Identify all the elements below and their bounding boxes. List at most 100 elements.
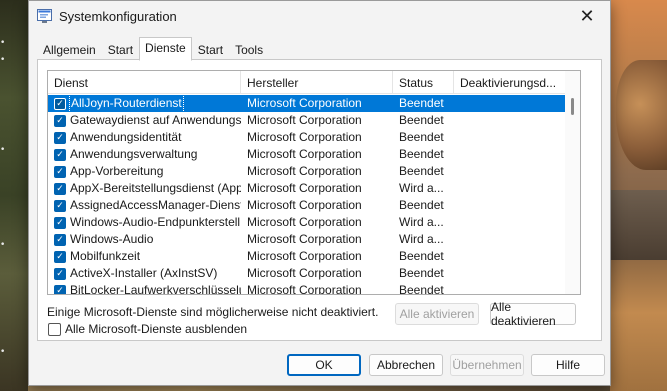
service-vendor: Microsoft Corporation	[247, 130, 362, 144]
service-row[interactable]: ✓ AllJoyn-Routerdienst Microsoft Corporati…	[48, 95, 566, 112]
service-name: ActiveX-Installer (AxInstSV)	[70, 266, 218, 280]
service-vendor: Microsoft Corporation	[247, 266, 362, 280]
service-status: Wird a...	[399, 215, 444, 229]
service-row[interactable]: ✓ BitLocker-Laufwerkverschlüsselu... Micro…	[48, 282, 566, 295]
service-enabled-checkbox[interactable]: ✓	[54, 284, 66, 294]
service-name-cell: ✓ App-Vorbereitung	[48, 163, 241, 180]
service-vendor: Microsoft Corporation	[247, 249, 362, 263]
service-name: BitLocker-Laufwerkverschlüsselu...	[70, 283, 241, 295]
scrollbar-thumb[interactable]	[571, 98, 574, 115]
desktop-wallpaper-left: • • • • •	[0, 0, 28, 391]
title-bar[interactable]: Systemkonfiguration ✕	[29, 1, 610, 33]
enable-all-button[interactable]: Alle aktivieren	[395, 303, 479, 325]
service-name-cell: ✓ Anwendungsverwaltung	[48, 146, 241, 163]
service-row[interactable]: ✓ AppX-Bereitstellungsdienst (App... Micro…	[48, 180, 566, 197]
desktop-icon-fragment: •	[0, 145, 6, 155]
service-name-cell: ✓ BitLocker-Laufwerkverschlüsselu...	[48, 282, 241, 295]
service-disabled-date	[454, 214, 566, 231]
ok-button[interactable]: OK	[287, 354, 361, 376]
service-row[interactable]: ✓ ActiveX-Installer (AxInstSV) Microsoft C…	[48, 265, 566, 282]
service-name: Gatewaydienst auf Anwendungs...	[70, 113, 241, 127]
cancel-button[interactable]: Abbrechen	[369, 354, 443, 376]
column-header-disabled-date[interactable]: Deaktivierungsd...	[454, 71, 566, 94]
service-enabled-checkbox[interactable]: ✓	[54, 131, 66, 144]
tab-startup[interactable]: Start	[192, 39, 229, 60]
service-row[interactable]: ✓ Mobilfunkzeit Microsoft Corporation Beend…	[48, 248, 566, 265]
service-enabled-checkbox[interactable]: ✓	[54, 182, 66, 195]
wallpaper-lion	[616, 60, 667, 170]
service-enabled-checkbox[interactable]: ✓	[54, 250, 66, 263]
column-header-manufacturer[interactable]: Hersteller	[241, 71, 393, 94]
service-name-cell: ✓ Anwendungsidentität	[48, 129, 241, 146]
service-name: AssignedAccessManager-Dienst	[70, 198, 241, 212]
service-enabled-checkbox[interactable]: ✓	[54, 267, 66, 280]
service-vendor: Microsoft Corporation	[247, 96, 362, 110]
service-disabled-date	[454, 95, 566, 112]
hide-ms-services-option[interactable]: Alle Microsoft-Dienste ausblenden	[48, 322, 247, 336]
service-status: Beendet	[399, 130, 444, 144]
service-vendor: Microsoft Corporation	[247, 181, 362, 195]
disable-all-button[interactable]: Alle deaktivieren	[490, 300, 576, 328]
desktop-icon-fragment: •	[0, 55, 6, 65]
service-disabled-date	[454, 112, 566, 129]
help-button[interactable]: Hilfe	[531, 354, 605, 376]
desktop-wallpaper-right	[610, 0, 667, 391]
service-row[interactable]: ✓ App-Vorbereitung Microsoft Corporation Be…	[48, 163, 566, 180]
service-disabled-date	[454, 197, 566, 214]
service-vendor: Microsoft Corporation	[247, 113, 362, 127]
service-name: Windows-Audio	[70, 232, 154, 246]
service-vendor: Microsoft Corporation	[247, 198, 362, 212]
service-enabled-checkbox[interactable]: ✓	[54, 233, 66, 246]
service-status: Beendet	[399, 113, 444, 127]
service-enabled-checkbox[interactable]: ✓	[54, 148, 66, 161]
column-header-service[interactable]: Dienst	[48, 71, 241, 94]
service-disabled-date	[454, 146, 566, 163]
service-row[interactable]: ✓ Anwendungsidentität Microsoft Corporatio…	[48, 129, 566, 146]
service-enabled-checkbox[interactable]: ✓	[54, 199, 66, 212]
tab-allgemein[interactable]: Allgemein	[37, 39, 102, 60]
service-name-cell: ✓ Windows-Audio-Endpunkterstell...	[48, 214, 241, 231]
tab-tools[interactable]: Tools	[229, 39, 269, 60]
apply-button[interactable]: Übernehmen	[450, 354, 524, 376]
service-name-cell: ✓ Windows-Audio	[48, 231, 241, 248]
service-status: Beendet	[399, 164, 444, 178]
vertical-scrollbar[interactable]	[565, 71, 580, 294]
service-name: Mobilfunkzeit	[70, 249, 141, 263]
service-status: Beendet	[399, 266, 444, 280]
service-enabled-checkbox[interactable]: ✓	[54, 97, 66, 110]
service-row[interactable]: ✓ Windows-Audio Microsoft Corporation Wird …	[48, 231, 566, 248]
service-vendor: Microsoft Corporation	[247, 215, 362, 229]
service-enabled-checkbox[interactable]: ✓	[54, 216, 66, 229]
service-status: Beendet	[399, 198, 444, 212]
service-enabled-checkbox[interactable]: ✓	[54, 114, 66, 127]
desktop-icon-fragment: •	[0, 240, 6, 250]
service-row[interactable]: ✓ Gatewaydienst auf Anwendungs... Microsof…	[48, 112, 566, 129]
service-row[interactable]: ✓ AssignedAccessManager-Dienst Microsoft C…	[48, 197, 566, 214]
service-status: Beendet	[399, 96, 444, 110]
service-row[interactable]: ✓ Windows-Audio-Endpunkterstell... Microso…	[48, 214, 566, 231]
wallpaper-log	[610, 190, 667, 260]
close-icon: ✕	[579, 5, 595, 26]
service-status: Beendet	[399, 147, 444, 161]
service-disabled-date	[454, 231, 566, 248]
service-name: Windows-Audio-Endpunkterstell...	[70, 215, 241, 229]
service-row[interactable]: ✓ Anwendungsverwaltung Microsoft Corporati…	[48, 146, 566, 163]
hide-ms-services-checkbox[interactable]	[48, 322, 61, 336]
service-disabled-date	[454, 163, 566, 180]
desktop-icon-fragment: •	[0, 347, 6, 357]
tab-strip: Allgemein Start Dienste Start Tools	[37, 37, 269, 61]
service-enabled-checkbox[interactable]: ✓	[54, 165, 66, 178]
service-vendor: Microsoft Corporation	[247, 147, 362, 161]
service-name-cell: ✓ AppX-Bereitstellungsdienst (App...	[48, 180, 241, 197]
column-header-status[interactable]: Status	[393, 71, 454, 94]
hide-ms-services-label: Alle Microsoft-Dienste ausblenden	[65, 322, 248, 336]
desktop-icon-fragment: •	[0, 38, 6, 48]
service-status: Beendet	[399, 283, 444, 295]
tab-dienste[interactable]: Dienste	[139, 37, 192, 61]
service-status: Wird a...	[399, 181, 444, 195]
tab-start[interactable]: Start	[102, 39, 139, 60]
services-list[interactable]: Dienst Hersteller Status Deaktivierungsd…	[47, 70, 581, 295]
close-button[interactable]: ✕	[564, 1, 610, 31]
msconfig-app-icon	[37, 9, 52, 23]
service-name-cell: ✓ AllJoyn-Routerdienst	[48, 95, 241, 112]
